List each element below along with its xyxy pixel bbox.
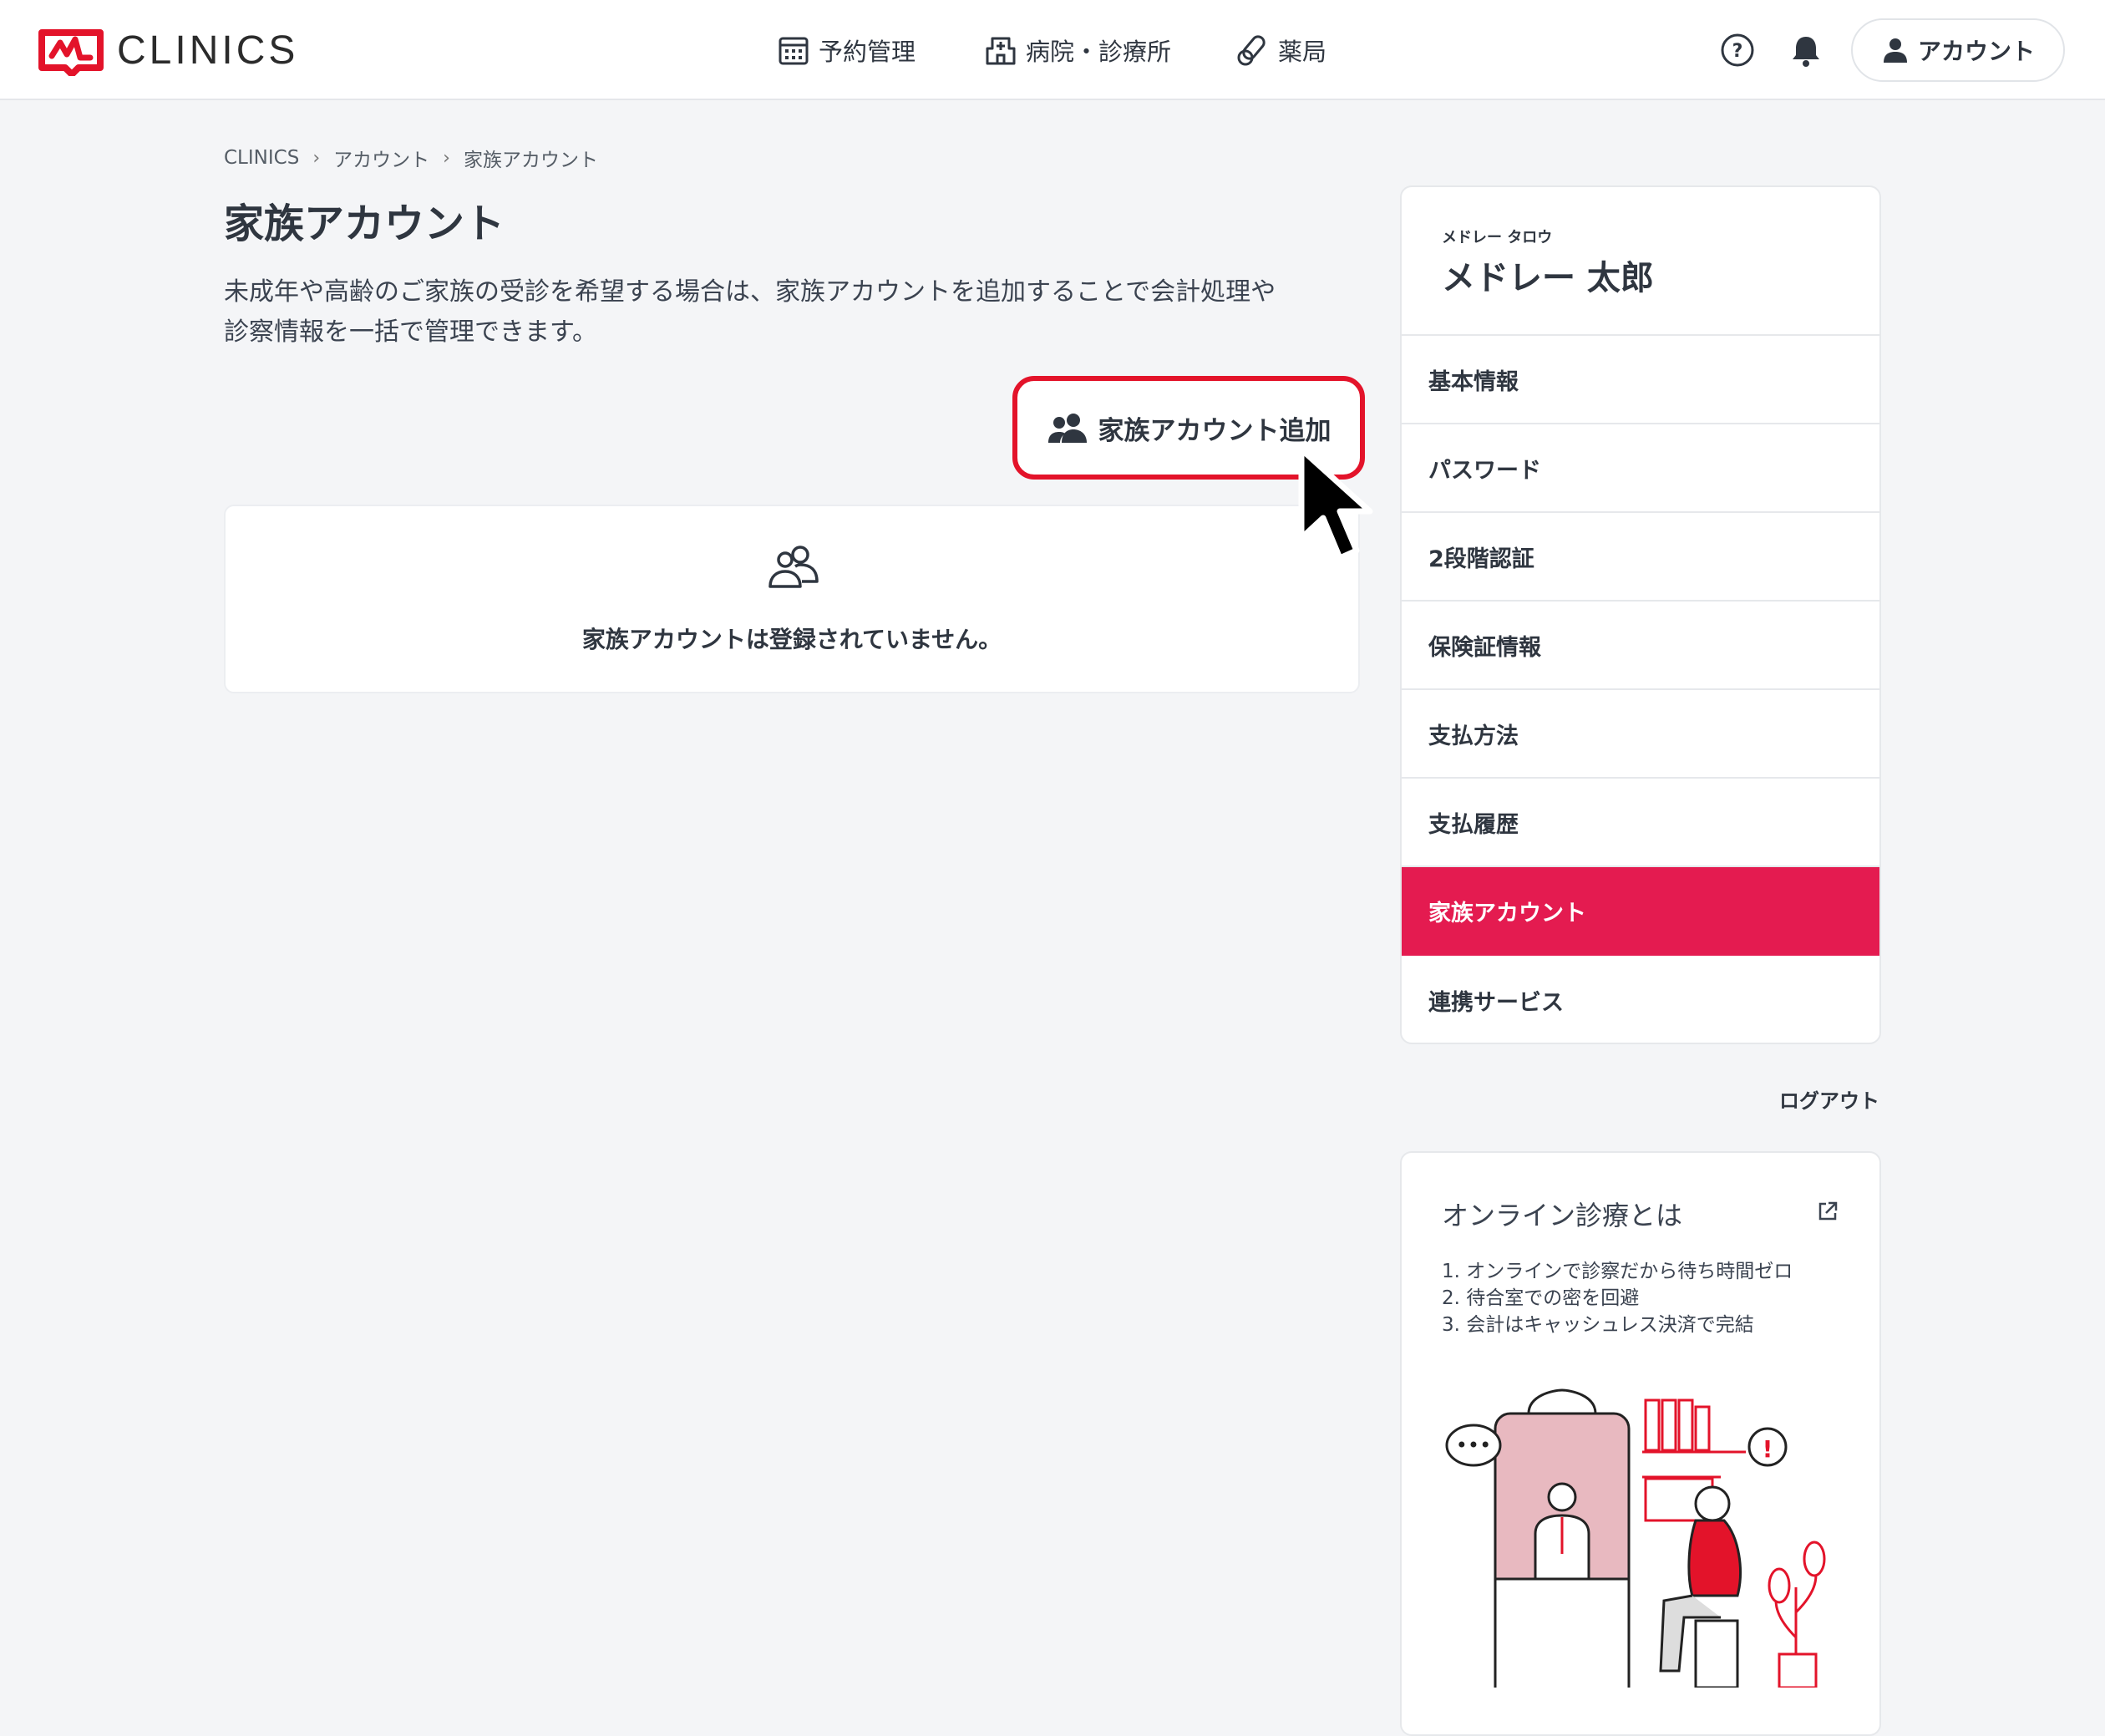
promo-item: 3. 会計はキャッシュレス決済で完結: [1442, 1314, 1754, 1336]
promo-item: 1. オンラインで診察だから待ち時間ゼロ: [1442, 1261, 1793, 1282]
page-description: 未成年や高齢のご家族の受診を希望する場合は、家族アカウントを追加することで会計処…: [224, 272, 1377, 353]
account-sidebar: メドレー タロウ メドレー 太郎 基本情報 パスワード 2段階認証 保険証情報 …: [1400, 185, 1881, 1044]
sidebar-item-two-factor[interactable]: 2段階認証: [1402, 513, 1879, 602]
nav-hospitals-label: 病院・診療所: [1026, 38, 1172, 66]
breadcrumb-home[interactable]: CLINICS: [224, 147, 299, 169]
help-icon[interactable]: ?: [1719, 32, 1756, 69]
top-header: CLINICS 予約管理 病院・診療所 薬局 ? アカウント: [0, 0, 2105, 100]
user-profile: メドレー タロウ メドレー 太郎: [1402, 187, 1879, 336]
breadcrumb: CLINICS › アカウント › 家族アカウント: [224, 144, 598, 172]
logout-link[interactable]: ログアウト: [1779, 1084, 1879, 1114]
empty-state-card: 家族アカウントは登録されていません。: [224, 505, 1360, 693]
people-outline-icon: [768, 546, 819, 588]
promo-item: 2. 待合室での密を回避: [1442, 1287, 1640, 1309]
breadcrumb-account[interactable]: アカウント: [333, 144, 429, 172]
notification-bell-icon[interactable]: [1788, 32, 1824, 69]
nav-pharmacy-label: 薬局: [1278, 38, 1327, 66]
sidebar-item-payment-history[interactable]: 支払履歴: [1402, 779, 1879, 867]
pill-icon: [1237, 35, 1266, 66]
add-family-account-label: 家族アカウント追加: [1098, 415, 1331, 446]
user-name-kana: メドレー タロウ: [1442, 229, 1553, 246]
user-name: メドレー 太郎: [1442, 259, 1654, 297]
svg-text:!: !: [1763, 1435, 1773, 1463]
breadcrumb-current: 家族アカウント: [463, 150, 598, 171]
nav-reservations[interactable]: 予約管理: [777, 28, 916, 72]
sidebar-item-payment-method[interactable]: 支払方法: [1402, 690, 1879, 779]
page-title: 家族アカウント: [224, 201, 505, 247]
people-icon: [1047, 414, 1087, 443]
brand-name: CLINICS: [117, 28, 299, 73]
user-icon: [1883, 38, 1907, 63]
nav-pharmacy[interactable]: 薬局: [1236, 28, 1326, 72]
online-consultation-card[interactable]: オンライン診療とは 1. オンラインで診察だから待ち時間ゼロ 2. 待合室での密…: [1400, 1151, 1881, 1736]
online-consultation-illustration: ••• !: [1445, 1388, 1826, 1688]
sidebar-item-linked-services[interactable]: 連携サービス: [1402, 956, 1879, 1043]
promo-title: オンライン診療とは: [1442, 1200, 1683, 1231]
external-link-icon[interactable]: [1816, 1200, 1839, 1223]
svg-text:•••: •••: [1456, 1434, 1491, 1457]
sidebar-item-password[interactable]: パスワード: [1402, 424, 1879, 513]
clinics-logo-icon: [38, 29, 104, 76]
hospital-icon: [986, 37, 1016, 65]
sidebar-item-basic-info[interactable]: 基本情報: [1402, 336, 1879, 424]
nav-hospitals[interactable]: 病院・診療所: [984, 28, 1171, 72]
calendar-icon: [779, 37, 809, 65]
mouse-cursor-icon: [1298, 446, 1373, 561]
description-line-2: 診察情報を一括で管理できます。: [224, 317, 597, 347]
chevron-right-icon: ›: [443, 147, 450, 169]
sidebar-item-insurance[interactable]: 保険証情報: [1402, 602, 1879, 690]
sidebar-item-family-account[interactable]: 家族アカウント: [1402, 867, 1879, 956]
promo-list: 1. オンラインで診察だから待ち時間ゼロ 2. 待合室での密を回避 3. 会計は…: [1442, 1258, 1793, 1338]
clinics-logo[interactable]: CLINICS: [38, 23, 298, 77]
nav-reservations-label: 予約管理: [819, 38, 916, 66]
empty-state-message: 家族アカウントは登録されていません。: [581, 626, 1002, 653]
description-line-1: 未成年や高齢のご家族の受診を希望する場合は、家族アカウントを追加することで会計処…: [224, 277, 1276, 307]
account-button-label: アカウント: [1917, 38, 2035, 65]
svg-text:?: ?: [1732, 41, 1743, 62]
chevron-right-icon: ›: [312, 147, 321, 169]
account-button[interactable]: アカウント: [1851, 18, 2065, 82]
